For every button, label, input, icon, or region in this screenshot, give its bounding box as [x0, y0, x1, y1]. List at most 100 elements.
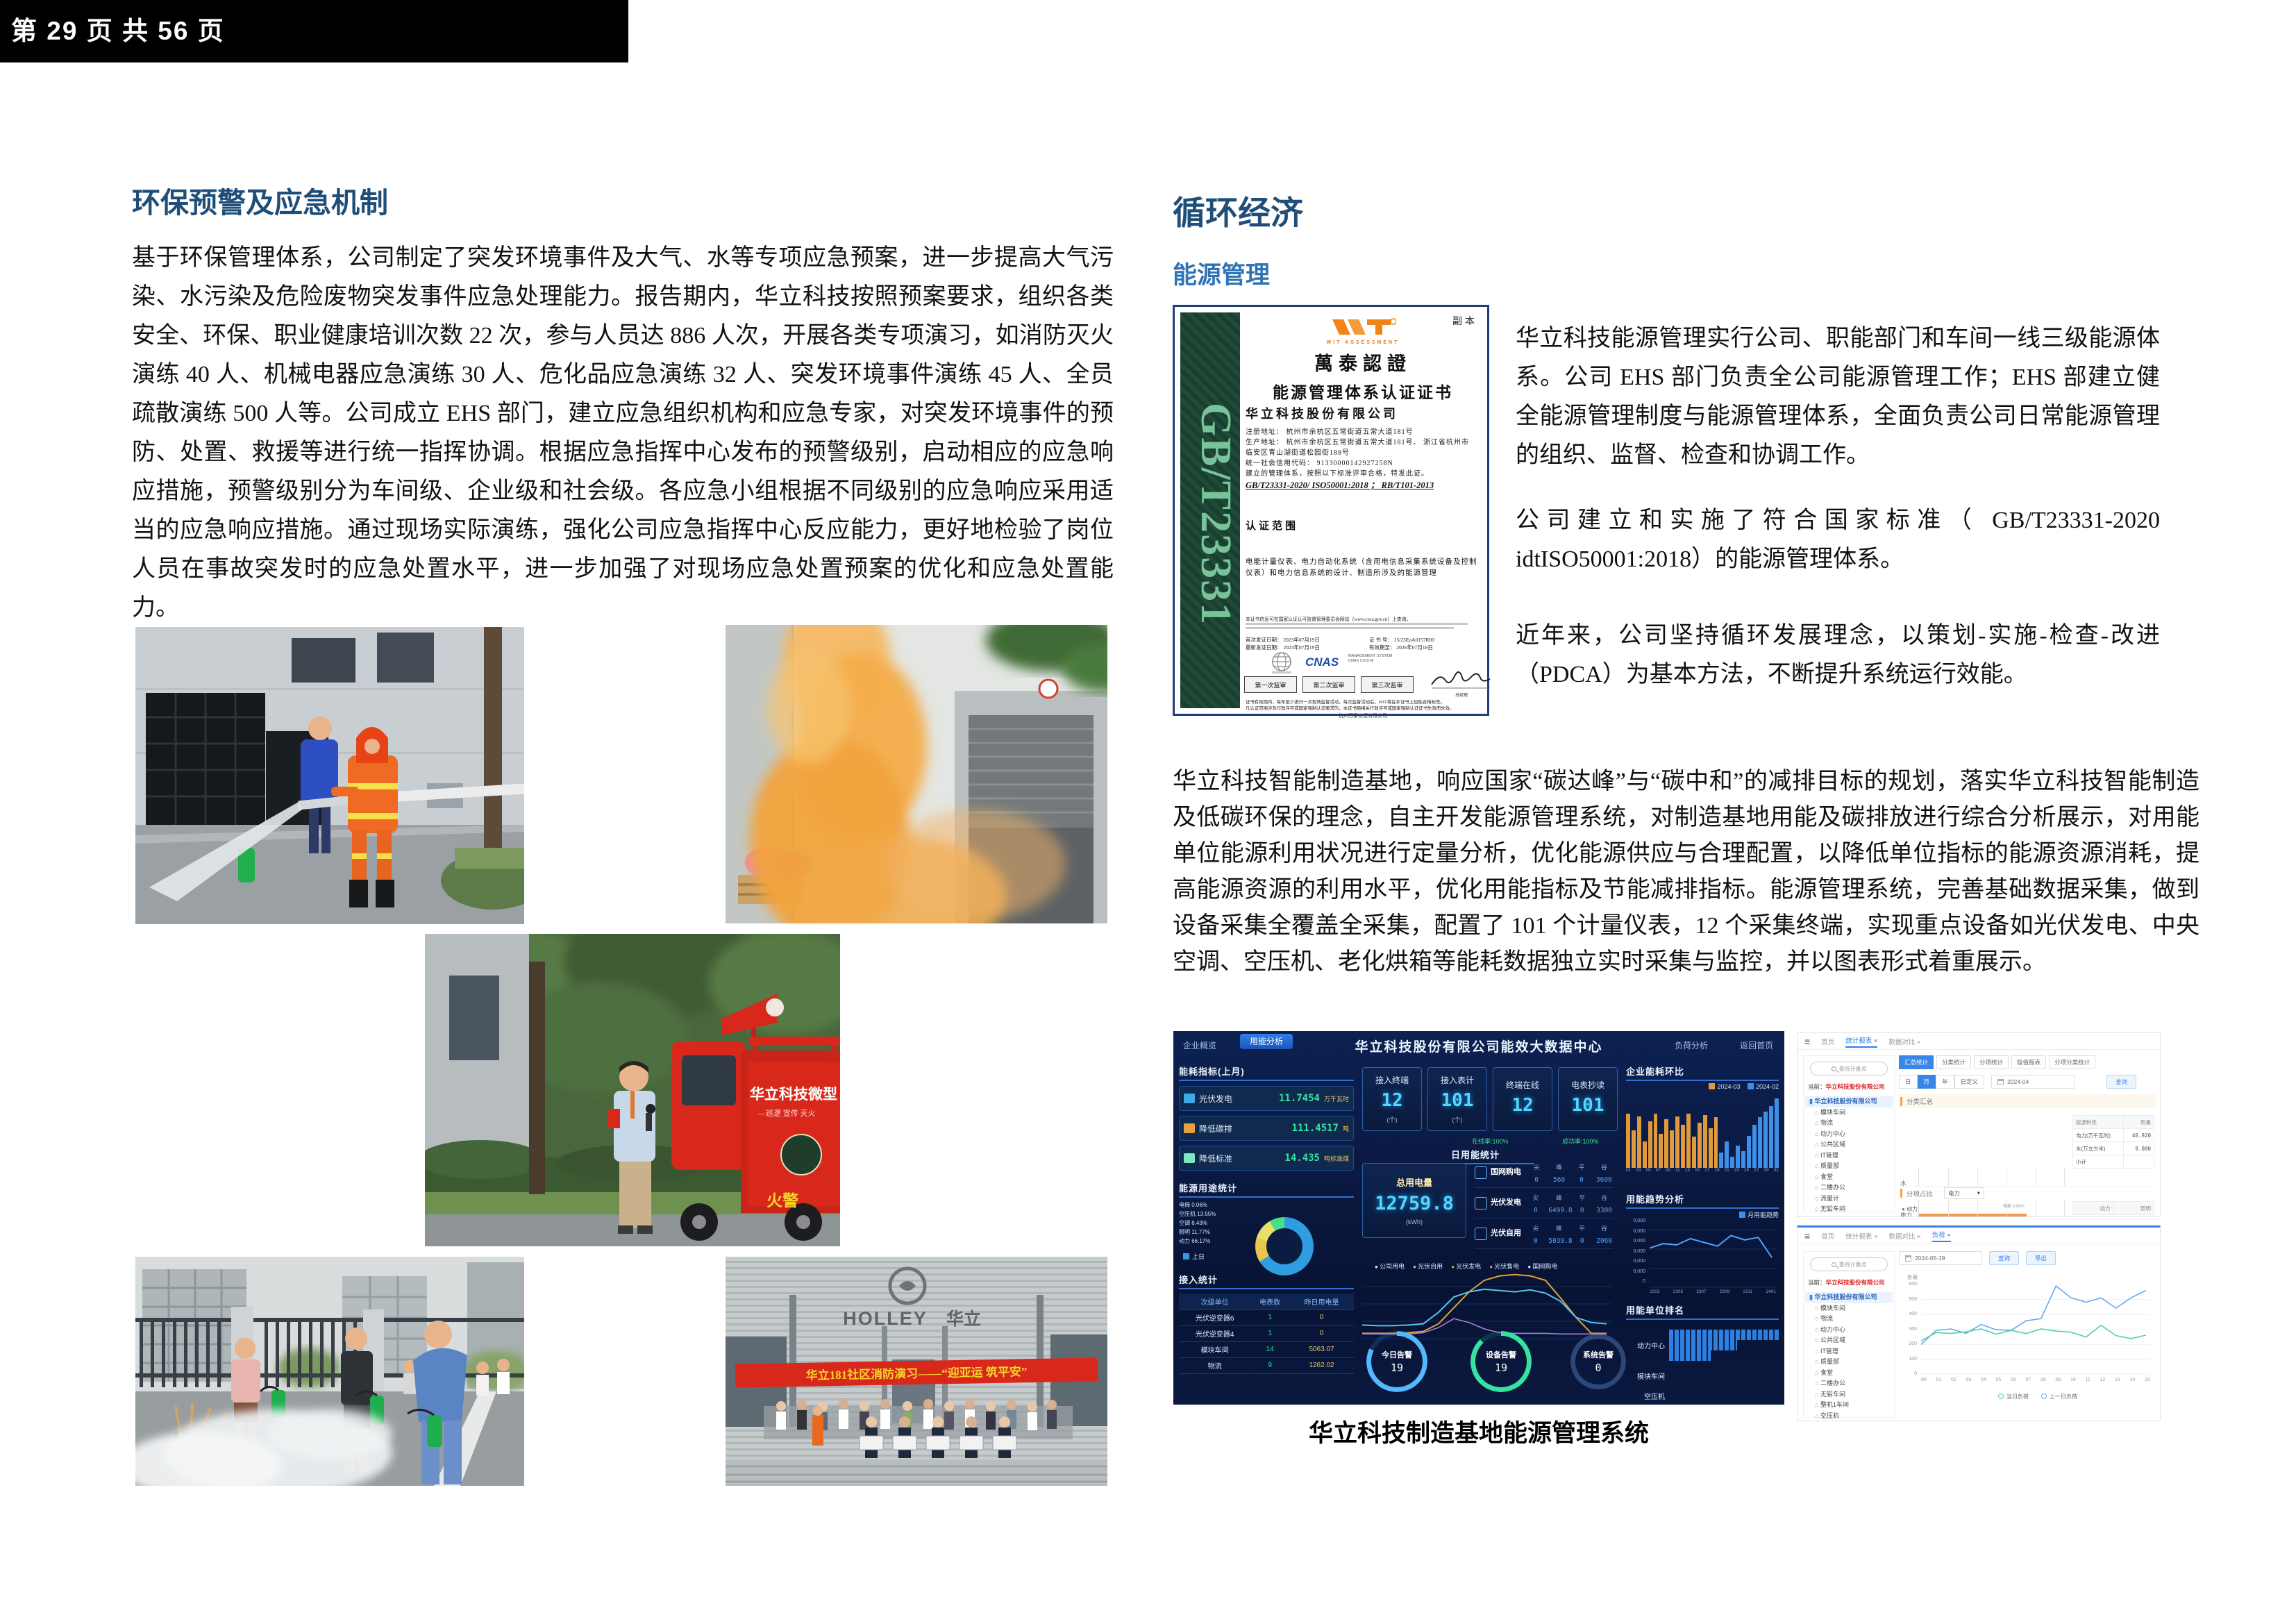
search-input[interactable]: 查统计量点	[1810, 1062, 1888, 1075]
tree-item[interactable]: 空压机	[1805, 1411, 1893, 1422]
search-input[interactable]: 查统计量点	[1810, 1257, 1888, 1271]
share-legend: 动力	[1902, 1205, 1918, 1213]
energy-type-table: 能源种类用量 电力(万千瓦时)40.920 水(万立方米)0.000 小计	[2072, 1115, 2154, 1169]
energy-dropdown[interactable]: 电力▾	[1944, 1187, 1984, 1199]
tree-item[interactable]: 公共区域	[1805, 1335, 1893, 1346]
tab-report[interactable]: 统计报表 ×	[1845, 1231, 1877, 1241]
webapp2-tabbar: ≡ 首页 统计报表 × 数据对比 × 负荷 ×	[1798, 1228, 2160, 1244]
tree-item[interactable]: 动力中心	[1805, 1129, 1893, 1140]
x-tick-label: 31	[1774, 1168, 1779, 1173]
x-tick-label: 13	[2115, 1378, 2120, 1382]
tree-item[interactable]: IT管理	[1805, 1346, 1893, 1357]
x-tick-label: 15	[2145, 1378, 2150, 1382]
usage-share-label: 空调 8.43%	[1179, 1219, 1243, 1228]
tree-item[interactable]: 公共区域	[1805, 1139, 1893, 1150]
x-tick-label: 21	[1725, 1168, 1729, 1173]
current-company: 当前：华立科技股份有限公司	[1808, 1082, 1890, 1091]
tab-load[interactable]: 负荷 ×	[1932, 1230, 1951, 1242]
date-picker[interactable]: 2024-05-19	[1899, 1251, 1982, 1265]
date-picker[interactable]: 2024-04	[1991, 1075, 2075, 1089]
tree-item[interactable]: 食堂	[1805, 1172, 1893, 1183]
report-type-tabs: 汇总统计 分类统计 分项统计 极值报表 分项分类统计	[1899, 1055, 2156, 1069]
tree-item[interactable]: 物流	[1805, 1314, 1893, 1325]
trend-chart	[1650, 1220, 1776, 1288]
table-row: 小计	[2073, 1155, 2154, 1169]
dash-usage-title: 能源用途统计	[1179, 1181, 1354, 1198]
pv-icon	[1475, 1197, 1487, 1209]
certificate-credit-code: 统一社会信用代码： 91330000142927258N	[1246, 457, 1480, 467]
right-paragraph-full: 华立科技智能制造基地，响应国家“碳达峰”与“碳中和”的减排目标的规划，落实华立科…	[1173, 764, 2199, 980]
webapp2-controls: 2024-05-19 查询 导出	[1899, 1251, 2156, 1265]
certificate-side-band: GB/T23331	[1180, 312, 1240, 708]
webapp1-controls: 日 月 年 日定义 2024-04 查询	[1899, 1075, 2156, 1089]
y-tick-label: 0	[1626, 1279, 1645, 1289]
period-year[interactable]: 年	[1936, 1075, 1954, 1089]
tree-item[interactable]: 物流	[1805, 1118, 1893, 1129]
dash-tab-home: 返回首页	[1740, 1039, 1773, 1052]
tree-item[interactable]: 食堂	[1805, 1368, 1893, 1379]
audit-box-3: 第三次监审	[1361, 676, 1414, 693]
fire-hose-drill-illustration	[135, 627, 524, 924]
tab-home[interactable]: 首页	[1821, 1231, 1834, 1241]
certificate-first-date: 首次发证日期： 2023年07月19日	[1246, 636, 1320, 644]
x-tick-label: 29	[1763, 1168, 1768, 1173]
load-legend: 当日负荷 上一日负荷	[1927, 1393, 2149, 1400]
tree-item[interactable]: 无铅车间	[1805, 1204, 1893, 1215]
y-tick-label: 0,000	[1626, 1239, 1645, 1249]
x-tick-label: 07	[1656, 1168, 1661, 1173]
tree-item[interactable]: 无铅车间	[1805, 1389, 1893, 1400]
webapp1-tabbar: ≡ 首页 统计报表 × 数据对比 ×	[1798, 1033, 2160, 1050]
certificate-brand: 萬泰認證	[1244, 349, 1482, 376]
tab-by-category[interactable]: 分类统计	[1936, 1055, 1971, 1069]
dash-access-table: 次级单位 电表数 昨日用电量 光伏逆变器610 光伏逆变器410 模块车间145…	[1179, 1294, 1354, 1374]
period-month[interactable]: 月	[1918, 1075, 1936, 1089]
menu-icon[interactable]: ≡	[1804, 1036, 1810, 1047]
dash-kpi-title: 能耗指标(上月)	[1179, 1064, 1354, 1081]
tab-report[interactable]: 统计报表 ×	[1845, 1035, 1877, 1048]
tab-compare[interactable]: 数据对比 ×	[1888, 1037, 1920, 1046]
tree-item[interactable]: 流量计	[1805, 1194, 1893, 1205]
webapp-report-screenshot: ≡ 首页 统计报表 × 数据对比 × 查统计量点 当前：华立科技股份有限公司 华…	[1797, 1032, 2161, 1217]
certificate-prod-address: 生产地址： 杭州市余杭区五常街道五常大道181号、 浙江省杭州市	[1246, 436, 1480, 446]
share-tiny-label: 电梯 0.09%	[2003, 1203, 2025, 1209]
tab-home[interactable]: 首页	[1821, 1037, 1834, 1046]
tree-item[interactable]: 华立科技股份有限公司	[1805, 1292, 1893, 1303]
cnas-side-text: MANAGEMENT SYSTEMCNAS C015-M	[1348, 654, 1392, 664]
tree-item[interactable]: IT管理	[1805, 1150, 1893, 1162]
table-row: 电力(万千瓦时)40.920	[2073, 1129, 2154, 1142]
tab-compare[interactable]: 数据对比 ×	[1888, 1231, 1920, 1241]
tree-item[interactable]: 二楼办公	[1805, 1182, 1893, 1194]
rank-label: 动力中心	[1626, 1340, 1665, 1350]
extinguisher-drill-illustration	[135, 1257, 524, 1486]
tree-item[interactable]: 质量部	[1805, 1161, 1893, 1172]
tree-item[interactable]: 动力中心	[1805, 1325, 1893, 1336]
tree-item[interactable]: 二楼办公	[1805, 1378, 1893, 1389]
y-axis-label: 负荷	[1907, 1273, 1918, 1281]
query-button[interactable]: 查询	[2106, 1075, 2136, 1089]
tree-item[interactable]: 整机1车间	[1805, 1400, 1893, 1411]
x-tick-label: 07	[2026, 1378, 2031, 1382]
coal-icon	[1184, 1153, 1195, 1163]
certificate-title: 能源管理体系认证证书	[1244, 379, 1482, 403]
alert-ring-device: 设备告警19	[1470, 1331, 1532, 1392]
tree-item[interactable]: 模块车间	[1805, 1303, 1893, 1314]
y-tick-label: 0,000	[1626, 1259, 1645, 1269]
ratio-x-labels: 01030507091113151719212325272931	[1626, 1168, 1779, 1173]
holley-logo-text: HOLLEY	[843, 1308, 928, 1329]
tree-item[interactable]: 华立科技股份有限公司	[1805, 1096, 1893, 1107]
tab-item-category[interactable]: 分项分类统计	[2049, 1055, 2095, 1069]
group-photo-illustration: HOLLEY 华立 华立181社区消防演习——“迎亚运 筑平安”	[726, 1257, 1107, 1486]
export-button[interactable]: 导出	[2026, 1251, 2056, 1265]
load-x-ticks: 00010203040506070809101112131415	[1921, 1378, 2150, 1382]
query-button[interactable]: 查询	[1989, 1251, 2019, 1265]
tab-summary[interactable]: 汇总统计	[1899, 1055, 1934, 1069]
tree-item[interactable]: 整机1车间	[1805, 1215, 1893, 1218]
tab-by-item[interactable]: 分项统计	[1974, 1055, 2009, 1069]
period-custom[interactable]: 日定义	[1954, 1075, 1985, 1089]
period-day[interactable]: 日	[1899, 1075, 1918, 1089]
tab-extremes[interactable]: 极值报表	[2011, 1055, 2046, 1069]
x-tick-label: 2309	[1720, 1289, 1729, 1294]
menu-icon[interactable]: ≡	[1804, 1230, 1810, 1241]
tree-item[interactable]: 质量部	[1805, 1357, 1893, 1368]
tree-item[interactable]: 模块车间	[1805, 1107, 1893, 1119]
